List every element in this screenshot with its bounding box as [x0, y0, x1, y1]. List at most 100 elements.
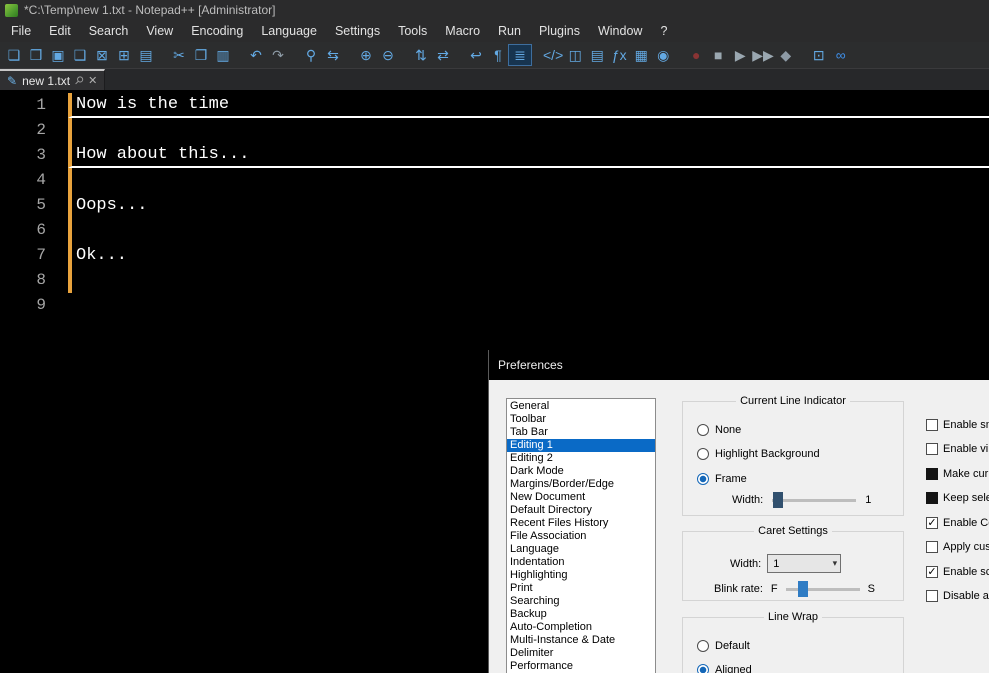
- save-icon[interactable]: ▣: [47, 45, 69, 65]
- zoom-in-icon[interactable]: ⊕: [355, 45, 377, 65]
- checkbox[interactable]: [926, 468, 938, 480]
- paste-icon[interactable]: ▥: [212, 45, 234, 65]
- new-file-icon[interactable]: ❏: [3, 45, 25, 65]
- checkbox[interactable]: ✓: [926, 566, 938, 578]
- checkbox[interactable]: [926, 419, 938, 431]
- checkbox-enable-smo[interactable]: Enable smo: [926, 418, 989, 431]
- editor-text-area[interactable]: [68, 118, 989, 143]
- title-bar[interactable]: *C:\Temp\new 1.txt - Notepad++ [Administ…: [0, 0, 989, 20]
- macro-save-icon[interactable]: ◆: [775, 45, 797, 65]
- pref-category-searching[interactable]: Searching: [507, 595, 655, 608]
- macro-record-icon[interactable]: ●: [685, 45, 707, 65]
- document-switcher-icon[interactable]: ⊡: [808, 45, 830, 65]
- checkbox[interactable]: [926, 541, 938, 553]
- slider-thumb[interactable]: [798, 581, 808, 597]
- menu-language[interactable]: Language: [252, 21, 326, 41]
- checkbox[interactable]: [926, 590, 938, 602]
- line-number[interactable]: 6: [0, 218, 68, 243]
- menu-tools[interactable]: Tools: [389, 21, 436, 41]
- checkbox-enable-cop[interactable]: ✓Enable Cop: [926, 516, 989, 529]
- word-wrap-icon[interactable]: ↩: [465, 45, 487, 65]
- editor-text-area[interactable]: [68, 218, 989, 243]
- caret-width-combobox[interactable]: 1 ▾: [767, 554, 841, 573]
- line-number[interactable]: 3: [0, 143, 68, 168]
- close-tab-icon[interactable]: ✕: [88, 74, 97, 87]
- sync-horizontal-scroll-icon[interactable]: ⇄: [432, 45, 454, 65]
- editor-text-area[interactable]: [68, 293, 989, 318]
- function-list-icon[interactable]: ƒx: [608, 45, 630, 65]
- link-icon[interactable]: ∞: [830, 45, 852, 65]
- line-number[interactable]: 5: [0, 193, 68, 218]
- close-icon[interactable]: ⊠: [91, 45, 113, 65]
- open-file-icon[interactable]: ❒: [25, 45, 47, 65]
- slider-thumb[interactable]: [773, 492, 783, 508]
- cut-icon[interactable]: ✂: [168, 45, 190, 65]
- checkbox-apply-cust[interactable]: Apply cust: [926, 541, 989, 554]
- function-completion-icon[interactable]: </>: [542, 45, 564, 65]
- checkbox-make-curre[interactable]: Make curre: [926, 467, 989, 480]
- pref-category-new-document[interactable]: New Document: [507, 491, 655, 504]
- menu-window[interactable]: Window: [589, 21, 651, 41]
- find-icon[interactable]: ⚲: [300, 45, 322, 65]
- pref-category-highlighting[interactable]: Highlighting: [507, 569, 655, 582]
- checkbox[interactable]: ✓: [926, 517, 938, 529]
- save-all-icon[interactable]: ❑: [69, 45, 91, 65]
- macro-run-multiple-icon[interactable]: ▶▶: [751, 45, 775, 65]
- pref-category-delimiter[interactable]: Delimiter: [507, 647, 655, 660]
- editor-text-area[interactable]: Oops...: [68, 193, 989, 218]
- pref-category-toolbar[interactable]: Toolbar: [507, 413, 655, 426]
- pref-category-tab-bar[interactable]: Tab Bar: [507, 426, 655, 439]
- radio-button[interactable]: [697, 448, 709, 460]
- editor-text-area[interactable]: Now is the time: [68, 93, 989, 118]
- editor-text-area[interactable]: [68, 268, 989, 293]
- line-number[interactable]: 2: [0, 118, 68, 143]
- menu-plugins[interactable]: Plugins: [530, 21, 589, 41]
- editor-text-area[interactable]: How about this...: [68, 143, 989, 168]
- radio-none[interactable]: None: [697, 423, 820, 436]
- blink-rate-slider[interactable]: [786, 588, 860, 591]
- pref-category-recent-files-history[interactable]: Recent Files History: [507, 517, 655, 530]
- monitoring-icon[interactable]: ◉: [652, 45, 674, 65]
- checkbox[interactable]: [926, 443, 938, 455]
- radio-button[interactable]: [697, 664, 709, 673]
- copy-icon[interactable]: ❐: [190, 45, 212, 65]
- folder-as-workspace-icon[interactable]: ▦: [630, 45, 652, 65]
- close-all-icon[interactable]: ⊞: [113, 45, 135, 65]
- menu-encoding[interactable]: Encoding: [182, 21, 252, 41]
- document-list-icon[interactable]: ▤: [586, 45, 608, 65]
- menu-macro[interactable]: Macro: [436, 21, 489, 41]
- pref-category-file-association[interactable]: File Association: [507, 530, 655, 543]
- replace-icon[interactable]: ⇆: [322, 45, 344, 65]
- line-number[interactable]: 7: [0, 243, 68, 268]
- checkbox[interactable]: [926, 492, 938, 504]
- undo-icon[interactable]: ↶: [245, 45, 267, 65]
- radio-frame[interactable]: Frame: [697, 472, 820, 485]
- pref-category-general[interactable]: General: [507, 400, 655, 413]
- pref-category-auto-completion[interactable]: Auto-Completion: [507, 621, 655, 634]
- current-line-width-slider[interactable]: [772, 499, 856, 502]
- radio-button[interactable]: [697, 473, 709, 485]
- menu-settings[interactable]: Settings: [326, 21, 389, 41]
- menu-help[interactable]: ?: [651, 21, 676, 41]
- dialog-title-bar[interactable]: Preferences: [489, 350, 989, 380]
- pref-category-performance[interactable]: Performance: [507, 660, 655, 673]
- radio-highlight-background[interactable]: Highlight Background: [697, 448, 820, 461]
- indent-guide-icon[interactable]: ≣: [509, 45, 531, 65]
- menu-search[interactable]: Search: [80, 21, 138, 41]
- radio-button[interactable]: [697, 424, 709, 436]
- editor-text-area[interactable]: Ok...: [68, 243, 989, 268]
- pref-category-language[interactable]: Language: [507, 543, 655, 556]
- menu-edit[interactable]: Edit: [40, 21, 80, 41]
- pref-category-editing-1[interactable]: Editing 1: [507, 439, 655, 452]
- pref-category-print[interactable]: Print: [507, 582, 655, 595]
- show-all-characters-icon[interactable]: ¶: [487, 45, 509, 65]
- radio-button[interactable]: [697, 640, 709, 652]
- radio-default[interactable]: Default: [697, 639, 752, 652]
- menu-file[interactable]: File: [2, 21, 40, 41]
- editor-text-area[interactable]: [68, 168, 989, 193]
- line-number[interactable]: 4: [0, 168, 68, 193]
- sync-vertical-scroll-icon[interactable]: ⇅: [410, 45, 432, 65]
- print-icon[interactable]: ▤: [135, 45, 157, 65]
- pref-category-editing-2[interactable]: Editing 2: [507, 452, 655, 465]
- line-number[interactable]: 8: [0, 268, 68, 293]
